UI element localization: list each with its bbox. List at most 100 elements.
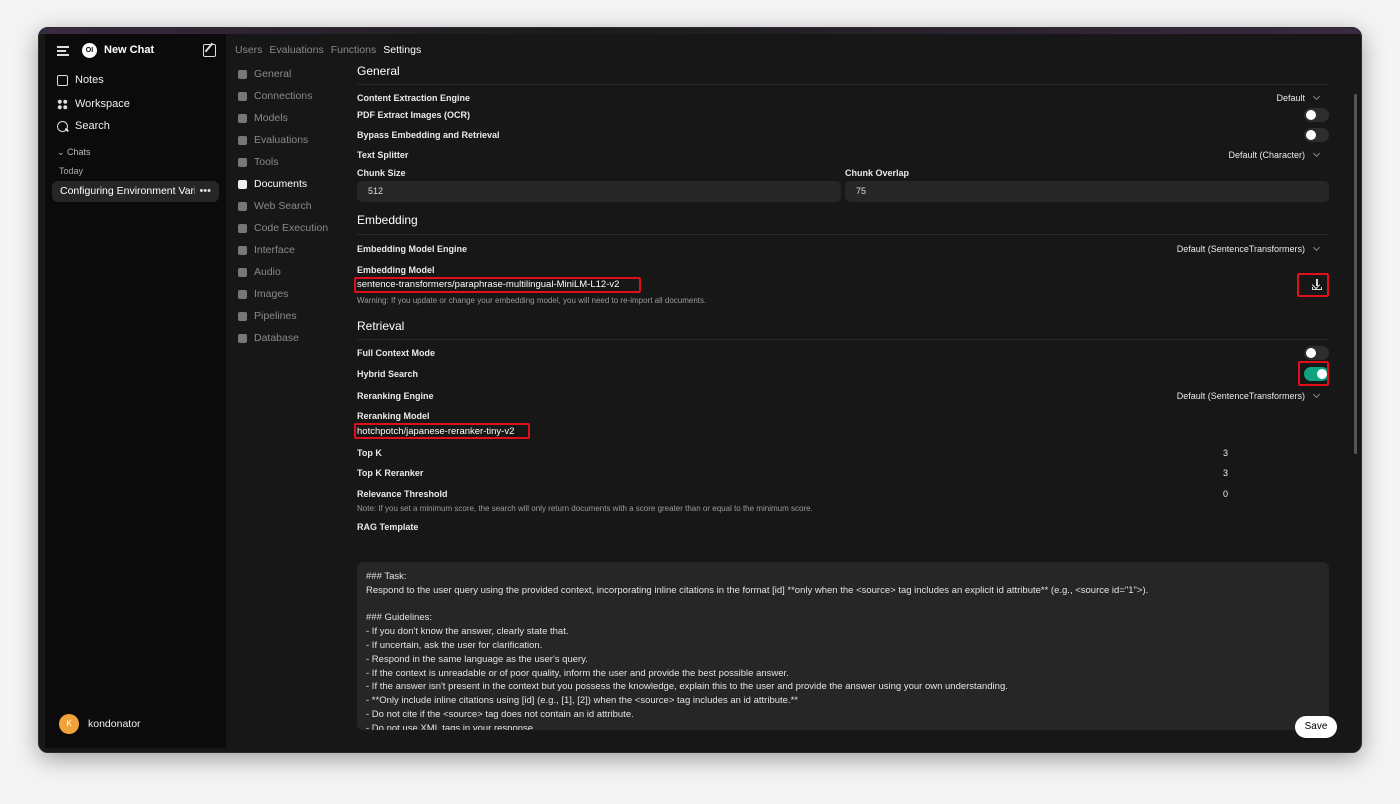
settings-nav: General Connections Models Evaluations T… [238, 63, 348, 349]
relevance-label: Relevance Threshold [357, 489, 448, 499]
user-name: kondonator [88, 718, 141, 730]
chunk-size-input[interactable]: 512 [357, 181, 841, 202]
rag-template-textarea[interactable]: ### Task: Respond to the user query usin… [357, 562, 1329, 730]
layers-icon [238, 311, 247, 321]
nav-images[interactable]: Images [238, 283, 348, 305]
highlight-box [354, 277, 641, 293]
topk-reranker-label: Top K Reranker [357, 468, 424, 478]
gear-icon [238, 69, 247, 79]
chevron-down-icon [1312, 390, 1321, 399]
select-value: Default (Character) [1228, 150, 1305, 160]
relevance-note: Note: If you set a minimum score, the se… [357, 504, 813, 513]
embedding-engine-label: Embedding Model Engine [357, 244, 467, 254]
content-extraction-label: Content Extraction Engine [357, 93, 471, 103]
sidebar-item-workspace[interactable]: Workspace [57, 95, 130, 113]
speaker-icon [238, 267, 247, 277]
chat-item[interactable]: Configuring Environment Variables ••• [52, 181, 219, 202]
text-splitter-label: Text Splitter [357, 150, 409, 160]
nav-general[interactable]: General [238, 63, 348, 85]
nav-label: Web Search [254, 200, 312, 212]
bypass-toggle[interactable] [1304, 128, 1329, 142]
chevron-down-icon [1312, 149, 1321, 158]
nav-connections[interactable]: Connections [238, 85, 348, 107]
sidebar-item-label: Search [75, 120, 110, 132]
bypass-label: Bypass Embedding and Retrieval [357, 130, 500, 140]
divider [357, 339, 1329, 340]
section-title-embedding: Embedding [357, 213, 418, 227]
edit-icon[interactable] [203, 44, 216, 57]
cloud-icon [238, 91, 247, 101]
text-splitter-select[interactable]: Default (Character) [1228, 149, 1321, 160]
section-title-retrieval: Retrieval [357, 319, 405, 333]
chunk-overlap-input[interactable]: 75 [845, 181, 1329, 202]
nav-label: Connections [254, 90, 313, 102]
embedding-engine-select[interactable]: Default (SentenceTransformers) [1177, 243, 1321, 254]
chat-item-title: Configuring Environment Variables [60, 185, 195, 197]
notes-icon [57, 74, 68, 86]
content-extraction-select[interactable]: Default [1276, 92, 1321, 103]
avatar: K [59, 714, 79, 734]
nav-audio[interactable]: Audio [238, 261, 348, 283]
reranking-model-label: Reranking Model [357, 411, 430, 421]
nav-evaluations[interactable]: Evaluations [238, 129, 348, 151]
section-title-general: General [357, 64, 400, 78]
chats-header[interactable]: ⌄ Chats [57, 147, 91, 158]
nav-label: Evaluations [254, 134, 309, 146]
nav-documents[interactable]: Documents [238, 173, 348, 195]
documents-settings: General Content Extraction Engine Defaul… [354, 34, 1329, 748]
sidebar-header: OI New Chat [45, 42, 226, 62]
sidebar-item-label: Notes [75, 74, 104, 86]
chat-more-icon[interactable]: ••• [199, 181, 211, 202]
reranking-engine-label: Reranking Engine [357, 391, 434, 401]
today-label: Today [59, 166, 84, 176]
search-icon [57, 120, 68, 132]
save-button[interactable]: Save [1295, 716, 1337, 738]
sidebar-item-search[interactable]: Search [57, 117, 110, 135]
topk-label: Top K [357, 448, 382, 458]
highlight-box [1297, 273, 1329, 297]
nav-label: General [254, 68, 292, 80]
topk-reranker-input[interactable]: 3 [1223, 468, 1228, 478]
globe-icon [238, 201, 247, 211]
nav-label: Tools [254, 156, 279, 168]
highlight-box [354, 423, 530, 439]
document-icon [238, 179, 247, 189]
tab-evaluations[interactable]: Evaluations [269, 44, 323, 56]
chats-header-label: Chats [67, 147, 91, 157]
sidebar-item-label: Workspace [75, 98, 130, 110]
new-chat-button[interactable]: New Chat [104, 44, 154, 56]
nav-pipelines[interactable]: Pipelines [238, 305, 348, 327]
nav-label: Audio [254, 266, 281, 278]
user-profile[interactable]: K kondonator [59, 714, 141, 734]
divider [357, 84, 1329, 85]
full-context-toggle[interactable] [1304, 346, 1329, 360]
nav-models[interactable]: Models [238, 107, 348, 129]
database-icon [238, 333, 247, 343]
reranking-engine-select[interactable]: Default (SentenceTransformers) [1176, 390, 1321, 401]
nav-interface[interactable]: Interface [238, 239, 348, 261]
app-window: OI New Chat Notes Workspace Search ⌄ Cha… [38, 27, 1362, 753]
sidebar-item-notes[interactable]: Notes [57, 71, 104, 89]
nav-tools[interactable]: Tools [238, 151, 348, 173]
embedding-model-label: Embedding Model [357, 265, 435, 275]
nav-web-search[interactable]: Web Search [238, 195, 348, 217]
wrench-icon [238, 157, 247, 167]
select-value: Default (SentenceTransformers) [1176, 391, 1305, 401]
tab-users[interactable]: Users [235, 44, 262, 56]
nav-code-execution[interactable]: Code Execution [238, 217, 348, 239]
relevance-input[interactable]: 0 [1223, 489, 1228, 499]
nav-label: Images [254, 288, 289, 300]
chunk-size-label: Chunk Size [357, 168, 406, 178]
pdf-ocr-toggle[interactable] [1304, 108, 1329, 122]
chunk-overlap-label: Chunk Overlap [845, 168, 910, 178]
menu-icon[interactable] [57, 46, 69, 56]
chevron-down-icon [1312, 92, 1321, 101]
divider [357, 234, 1329, 235]
topk-input[interactable]: 3 [1223, 448, 1228, 458]
scrollbar[interactable] [1354, 94, 1357, 454]
nav-label: Documents [254, 178, 308, 190]
sidebar: OI New Chat Notes Workspace Search ⌄ Cha… [45, 34, 226, 748]
hybrid-search-label: Hybrid Search [357, 369, 419, 379]
nav-database[interactable]: Database [238, 327, 348, 349]
full-context-label: Full Context Mode [357, 348, 435, 358]
